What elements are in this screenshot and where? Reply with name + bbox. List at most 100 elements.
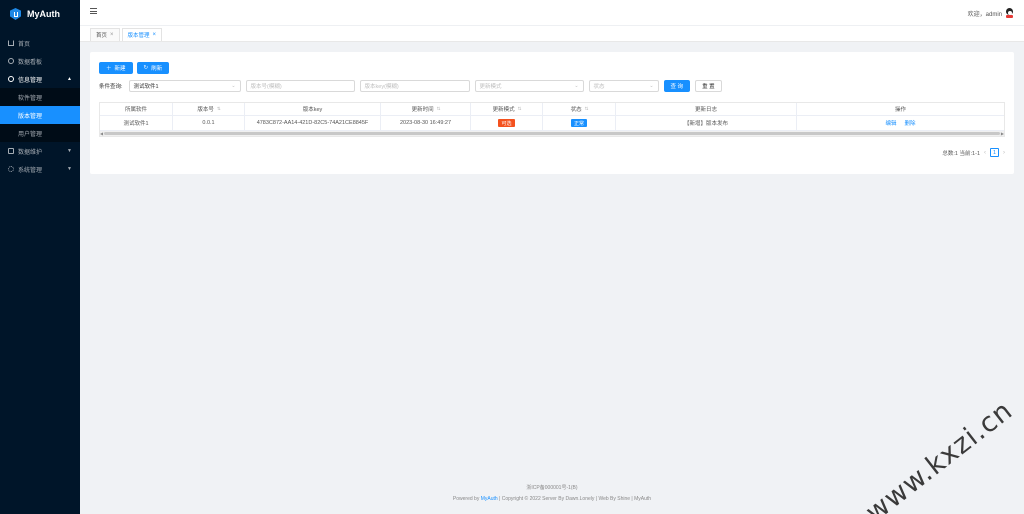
column-header: 所属软件 bbox=[100, 103, 173, 116]
cell-actions: 编辑 删除 bbox=[797, 116, 1004, 131]
version-search-input[interactable]: 版本号(模糊) bbox=[245, 80, 355, 92]
welcome-text: 欢迎，admin bbox=[967, 11, 1002, 18]
version-table: 所属软件 版本号 ⇅ 版本key 更新时间 ⇅ 更新模式 ⇅ 状态 ⇅ 更新日志 操作 … bbox=[99, 102, 1005, 137]
mode-select[interactable]: 更新模式 ⌄ bbox=[474, 80, 584, 92]
page-tabs: 首页 × 版本管理 × bbox=[80, 26, 1024, 42]
next-page-icon[interactable]: › bbox=[1003, 150, 1005, 156]
sidebar-item-dashboard[interactable]: 数据看板 bbox=[0, 52, 80, 70]
close-icon[interactable]: × bbox=[110, 32, 114, 38]
version-management-panel: ＋ 新建 ↻ 刷新 条件查询: 测试软件1 ⌄ 版本号(模糊) 版本key(模糊… bbox=[90, 52, 1014, 174]
menu-fold-icon[interactable] bbox=[90, 8, 97, 14]
column-header[interactable]: 状态 ⇅ bbox=[543, 103, 616, 116]
sidebar-item-label: 数据维护 bbox=[18, 149, 43, 156]
column-header[interactable]: 更新模式 ⇅ bbox=[471, 103, 543, 116]
tab-versions[interactable]: 版本管理 × bbox=[121, 28, 163, 41]
sort-icon: ⇅ bbox=[436, 106, 441, 111]
page-number[interactable]: 1 bbox=[990, 148, 999, 157]
submenu-info-management: 软件管理 版本管理 用户管理 bbox=[0, 88, 80, 142]
mode-tag: 可选 bbox=[498, 119, 515, 127]
chevron-down-icon: ▼ bbox=[67, 148, 72, 154]
user-menu[interactable]: 欢迎，admin bbox=[968, 8, 1014, 18]
status-select[interactable]: 状态 ⌄ bbox=[588, 80, 659, 92]
sidebar-item-versions[interactable]: 版本管理 bbox=[0, 106, 80, 124]
column-header: 操作 bbox=[797, 103, 1004, 116]
cell-key: 4783C872-AA14-421D-82C5-74A21CE8845F bbox=[245, 116, 381, 131]
sidebar-item-label: 用户管理 bbox=[18, 131, 43, 138]
pagination-summary: 总数:1 当前:1-1 bbox=[942, 150, 980, 157]
column-header: 版本key bbox=[245, 103, 381, 116]
sort-icon: ⇅ bbox=[216, 106, 221, 111]
plus-icon: ＋ bbox=[106, 66, 112, 72]
scroll-right-icon: ▶ bbox=[1000, 131, 1004, 136]
sidebar-item-data-maintenance[interactable]: 数据维护 ▼ bbox=[0, 142, 80, 160]
chevron-down-icon: ⌄ bbox=[649, 83, 654, 89]
tab-home[interactable]: 首页 × bbox=[90, 28, 120, 41]
refresh-button[interactable]: ↻ 刷新 bbox=[136, 62, 170, 74]
tab-label: 版本管理 bbox=[127, 33, 150, 39]
chevron-down-icon: ⌄ bbox=[231, 83, 236, 89]
sidebar-item-label: 软件管理 bbox=[18, 95, 43, 102]
refresh-icon: ↻ bbox=[143, 65, 149, 71]
input-placeholder: 版本号(模糊) bbox=[250, 84, 282, 90]
select-placeholder: 更新模式 bbox=[479, 84, 502, 90]
input-placeholder: 版本key(模糊) bbox=[364, 84, 399, 90]
sidebar-item-label: 系统管理 bbox=[18, 167, 43, 174]
sidebar-item-info-management[interactable]: 信息管理 ▲ bbox=[0, 70, 80, 88]
edit-link[interactable]: 编辑 bbox=[885, 119, 896, 127]
sidebar: MyAuth 首页 数据看板 信息管理 ▲ 软件管理 版本管理 用户管理 数据维… bbox=[0, 0, 80, 514]
myauth-link[interactable]: MyAuth bbox=[481, 496, 498, 502]
delete-link[interactable]: 删除 bbox=[905, 119, 916, 127]
cell-updated: 2023-08-30 16:49:27 bbox=[381, 116, 471, 131]
prev-page-icon[interactable]: ‹ bbox=[984, 150, 986, 156]
search-button[interactable]: 查 询 bbox=[663, 80, 691, 92]
sidebar-item-label: 数据看板 bbox=[18, 59, 43, 66]
penguin-avatar-icon[interactable] bbox=[1005, 8, 1014, 18]
key-search-input[interactable]: 版本key(模糊) bbox=[359, 80, 470, 92]
app-logo[interactable]: MyAuth bbox=[0, 0, 80, 28]
button-label: 查 询 bbox=[670, 84, 684, 90]
sidebar-item-system[interactable]: 系统管理 ▼ bbox=[0, 160, 80, 178]
sidebar-item-label: 信息管理 bbox=[18, 77, 43, 84]
tab-label: 首页 bbox=[96, 33, 108, 39]
database-icon bbox=[8, 148, 14, 154]
column-header[interactable]: 版本号 ⇅ bbox=[173, 103, 245, 116]
software-select[interactable]: 测试软件1 ⌄ bbox=[128, 80, 241, 92]
chevron-up-icon: ▲ bbox=[67, 76, 72, 82]
app-name: MyAuth bbox=[27, 9, 60, 19]
button-label: 重 置 bbox=[702, 84, 715, 90]
settings-icon bbox=[8, 166, 14, 172]
button-label: 刷新 bbox=[151, 66, 163, 72]
cell-status: 正常 bbox=[543, 116, 616, 131]
sort-icon: ⇅ bbox=[517, 106, 522, 111]
top-header: 欢迎，admin bbox=[80, 0, 1024, 26]
sidebar-item-label: 版本管理 bbox=[18, 113, 43, 120]
pagination: 总数:1 当前:1-1 ‹ 1 › bbox=[942, 148, 1005, 157]
sidebar-item-users[interactable]: 用户管理 bbox=[0, 124, 80, 142]
cell-mode: 可选 bbox=[471, 116, 543, 131]
scrollbar-thumb[interactable] bbox=[104, 132, 1000, 135]
filter-label: 条件查询: bbox=[99, 84, 123, 90]
scroll-left-icon: ◀ bbox=[100, 131, 104, 136]
sidebar-item-label: 首页 bbox=[18, 41, 31, 48]
filter-bar: 条件查询: 测试软件1 ⌄ 版本号(模糊) 版本key(模糊) 更新模式 ⌄ 状… bbox=[99, 80, 722, 92]
new-button[interactable]: ＋ 新建 bbox=[99, 62, 133, 74]
cell-software: 测试软件1 bbox=[100, 116, 173, 131]
cell-version: 0.0.1 bbox=[173, 116, 245, 131]
horizontal-scrollbar[interactable]: ◀ ▶ bbox=[100, 131, 1004, 136]
column-header[interactable]: 更新时间 ⇅ bbox=[381, 103, 471, 116]
chevron-down-icon: ▼ bbox=[67, 166, 72, 172]
dashboard-icon bbox=[8, 58, 14, 64]
chevron-down-icon: ⌄ bbox=[574, 83, 579, 89]
info-icon bbox=[8, 76, 14, 82]
status-badge: 正常 bbox=[570, 119, 587, 127]
sidebar-item-software[interactable]: 软件管理 bbox=[0, 88, 80, 106]
home-icon bbox=[8, 40, 14, 46]
sidebar-item-home[interactable]: 首页 bbox=[0, 34, 80, 52]
button-label: 新建 bbox=[114, 66, 126, 72]
close-icon[interactable]: × bbox=[153, 32, 157, 38]
cell-log: 【新增】版本发布 bbox=[616, 116, 797, 131]
reset-button[interactable]: 重 置 bbox=[695, 80, 722, 92]
column-header: 更新日志 bbox=[616, 103, 797, 116]
select-placeholder: 状态 bbox=[593, 84, 605, 90]
sort-icon: ⇅ bbox=[584, 106, 589, 111]
